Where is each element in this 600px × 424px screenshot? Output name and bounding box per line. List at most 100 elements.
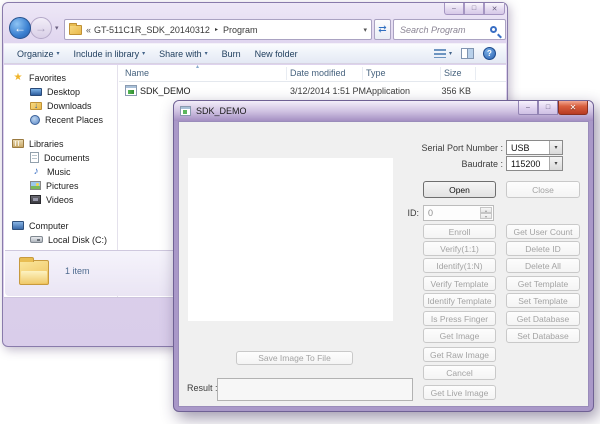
new-folder-label: New folder <box>255 49 298 59</box>
get-database-button[interactable]: Get Database <box>506 311 580 326</box>
chevron-down-icon[interactable]: ▾ <box>549 157 562 170</box>
maximize-button[interactable]: □ <box>464 3 484 15</box>
save-image-to-file-button[interactable]: Save Image To File <box>236 351 353 365</box>
spin-down-button[interactable]: ▾ <box>480 213 492 219</box>
maximize-icon: □ <box>546 104 550 111</box>
sidebar-item-downloads[interactable]: Downloads <box>4 99 118 112</box>
fingerprint-image-box <box>188 158 393 321</box>
open-button[interactable]: Open <box>423 181 496 198</box>
organize-button[interactable]: Organize▾ <box>10 44 67 63</box>
column-header-type[interactable]: Type <box>366 68 386 78</box>
enroll-button[interactable]: Enroll <box>423 224 496 239</box>
change-view-button[interactable]: ▾ <box>434 49 452 58</box>
documents-icon <box>30 152 39 163</box>
baudrate-select[interactable]: 115200 ▾ <box>506 156 563 171</box>
verify-button[interactable]: Verify(1:1) <box>423 241 496 256</box>
close-button[interactable]: ✕ <box>484 3 505 15</box>
breadcrumb-folder[interactable]: GT-511C1R_SDK_20140312 <box>94 25 210 35</box>
id-value: 0 <box>428 208 433 218</box>
delete-all-button[interactable]: Delete All <box>506 258 580 273</box>
is-press-finger-button[interactable]: Is Press Finger <box>423 311 496 326</box>
preview-pane-button[interactable] <box>461 48 474 59</box>
sort-ascending-icon: ▴ <box>196 63 199 70</box>
burn-button[interactable]: Burn <box>215 44 248 63</box>
application-icon <box>125 85 137 96</box>
column-header-size[interactable]: Size <box>444 68 462 78</box>
search-input[interactable] <box>394 24 490 36</box>
column-divider[interactable] <box>475 67 476 80</box>
column-divider[interactable] <box>440 67 441 80</box>
sidebar-item-recent-places[interactable]: Recent Places <box>4 113 118 126</box>
get-template-button[interactable]: Get Template <box>506 276 580 291</box>
include-label: Include in library <box>74 49 140 59</box>
sidebar-item-music[interactable]: ♪Music <box>4 165 118 178</box>
star-icon: ★ <box>12 72 24 83</box>
item-count: 1 item <box>65 266 90 276</box>
dialog-maximize-button[interactable]: □ <box>538 101 558 115</box>
column-divider[interactable] <box>286 67 287 80</box>
minimize-button[interactable]: – <box>444 3 464 15</box>
result-field <box>217 378 413 401</box>
sidebar-label: Videos <box>46 195 73 205</box>
chevron-down-icon[interactable]: ▾ <box>549 141 562 154</box>
chevron-down-icon: ▾ <box>449 50 452 57</box>
sidebar-item-videos[interactable]: Videos <box>4 193 118 206</box>
help-button[interactable]: ? <box>483 47 496 60</box>
serial-port-select[interactable]: USB ▾ <box>506 140 563 155</box>
command-toolbar: Organize▾ Include in library▾ Share with… <box>4 43 506 64</box>
back-button[interactable]: ← <box>9 17 31 39</box>
breadcrumb-current[interactable]: Program <box>223 25 258 35</box>
id-spinner[interactable]: 0 ▴ ▾ <box>423 205 494 221</box>
get-raw-image-button[interactable]: Get Raw Image <box>423 347 496 362</box>
share-with-button[interactable]: Share with▾ <box>152 44 215 63</box>
sidebar-item-desktop[interactable]: Desktop <box>4 85 118 98</box>
address-bar[interactable]: « GT-511C1R_SDK_20140312 ▸ Program ▾ <box>64 19 372 40</box>
desktop: – □ ✕ ← → ▾ « GT-511C1R_SDK_20140312 ▸ P… <box>0 0 600 424</box>
forward-button[interactable]: → <box>30 17 52 39</box>
delete-id-button[interactable]: Delete ID <box>506 241 580 256</box>
column-header-date-modified[interactable]: Date modified <box>290 68 346 78</box>
result-label: Result : <box>187 383 213 393</box>
breadcrumb-overflow[interactable]: « <box>86 25 91 35</box>
sidebar-item-favorites[interactable]: ★Favorites <box>4 71 118 84</box>
back-arrow-icon: ← <box>14 21 26 35</box>
identify-button[interactable]: Identify(1:N) <box>423 258 496 273</box>
sidebar-label: Pictures <box>46 181 79 191</box>
nav-history-dropdown-icon[interactable]: ▾ <box>55 24 59 32</box>
sidebar-label: Desktop <box>47 87 80 97</box>
column-divider[interactable] <box>362 67 363 80</box>
close-icon: ✕ <box>570 103 577 112</box>
cancel-button[interactable]: Cancel <box>423 365 496 380</box>
computer-icon <box>12 221 24 230</box>
sidebar-item-documents[interactable]: Documents <box>4 151 118 164</box>
sdk-demo-dialog: SDK_DEMO – □ ✕ Serial Port Number : USB … <box>173 100 594 412</box>
get-user-count-button[interactable]: Get User Count <box>506 224 580 239</box>
set-database-button[interactable]: Set Database <box>506 328 580 343</box>
downloads-icon <box>30 102 42 110</box>
address-dropdown-icon[interactable]: ▾ <box>363 26 367 34</box>
verify-template-button[interactable]: Verify Template <box>423 276 496 291</box>
sidebar-item-computer[interactable]: Computer <box>4 219 118 232</box>
column-header-name[interactable]: Name <box>125 68 149 78</box>
organize-label: Organize <box>17 49 54 59</box>
sidebar-item-libraries[interactable]: Libraries <box>4 137 118 150</box>
get-live-image-button[interactable]: Get Live Image <box>423 385 496 400</box>
search-icon <box>490 26 497 33</box>
dialog-minimize-button[interactable]: – <box>518 101 538 115</box>
dialog-close-button[interactable]: ✕ <box>558 101 588 115</box>
file-row[interactable]: SDK_DEMO 3/12/2014 1:51 PM Application 3… <box>119 84 506 98</box>
dialog-client-area: Serial Port Number : USB ▾ Baudrate : 11… <box>178 121 589 407</box>
get-image-button[interactable]: Get Image <box>423 328 496 343</box>
close-port-button[interactable]: Close <box>506 181 580 198</box>
set-template-button[interactable]: Set Template <box>506 293 580 308</box>
sidebar-item-pictures[interactable]: Pictures <box>4 179 118 192</box>
identify-template-button[interactable]: Identify Template <box>423 293 496 308</box>
include-in-library-button[interactable]: Include in library▾ <box>67 44 153 63</box>
sidebar-item-local-disk-c[interactable]: Local Disk (C:) <box>4 233 118 246</box>
file-size: 356 KB <box>411 86 471 96</box>
pictures-icon <box>30 181 41 190</box>
refresh-button[interactable]: ⇄ <box>374 19 391 40</box>
new-folder-button[interactable]: New folder <box>248 44 305 63</box>
close-icon: ✕ <box>492 5 498 13</box>
breadcrumb-separator-icon: ▸ <box>215 26 218 33</box>
